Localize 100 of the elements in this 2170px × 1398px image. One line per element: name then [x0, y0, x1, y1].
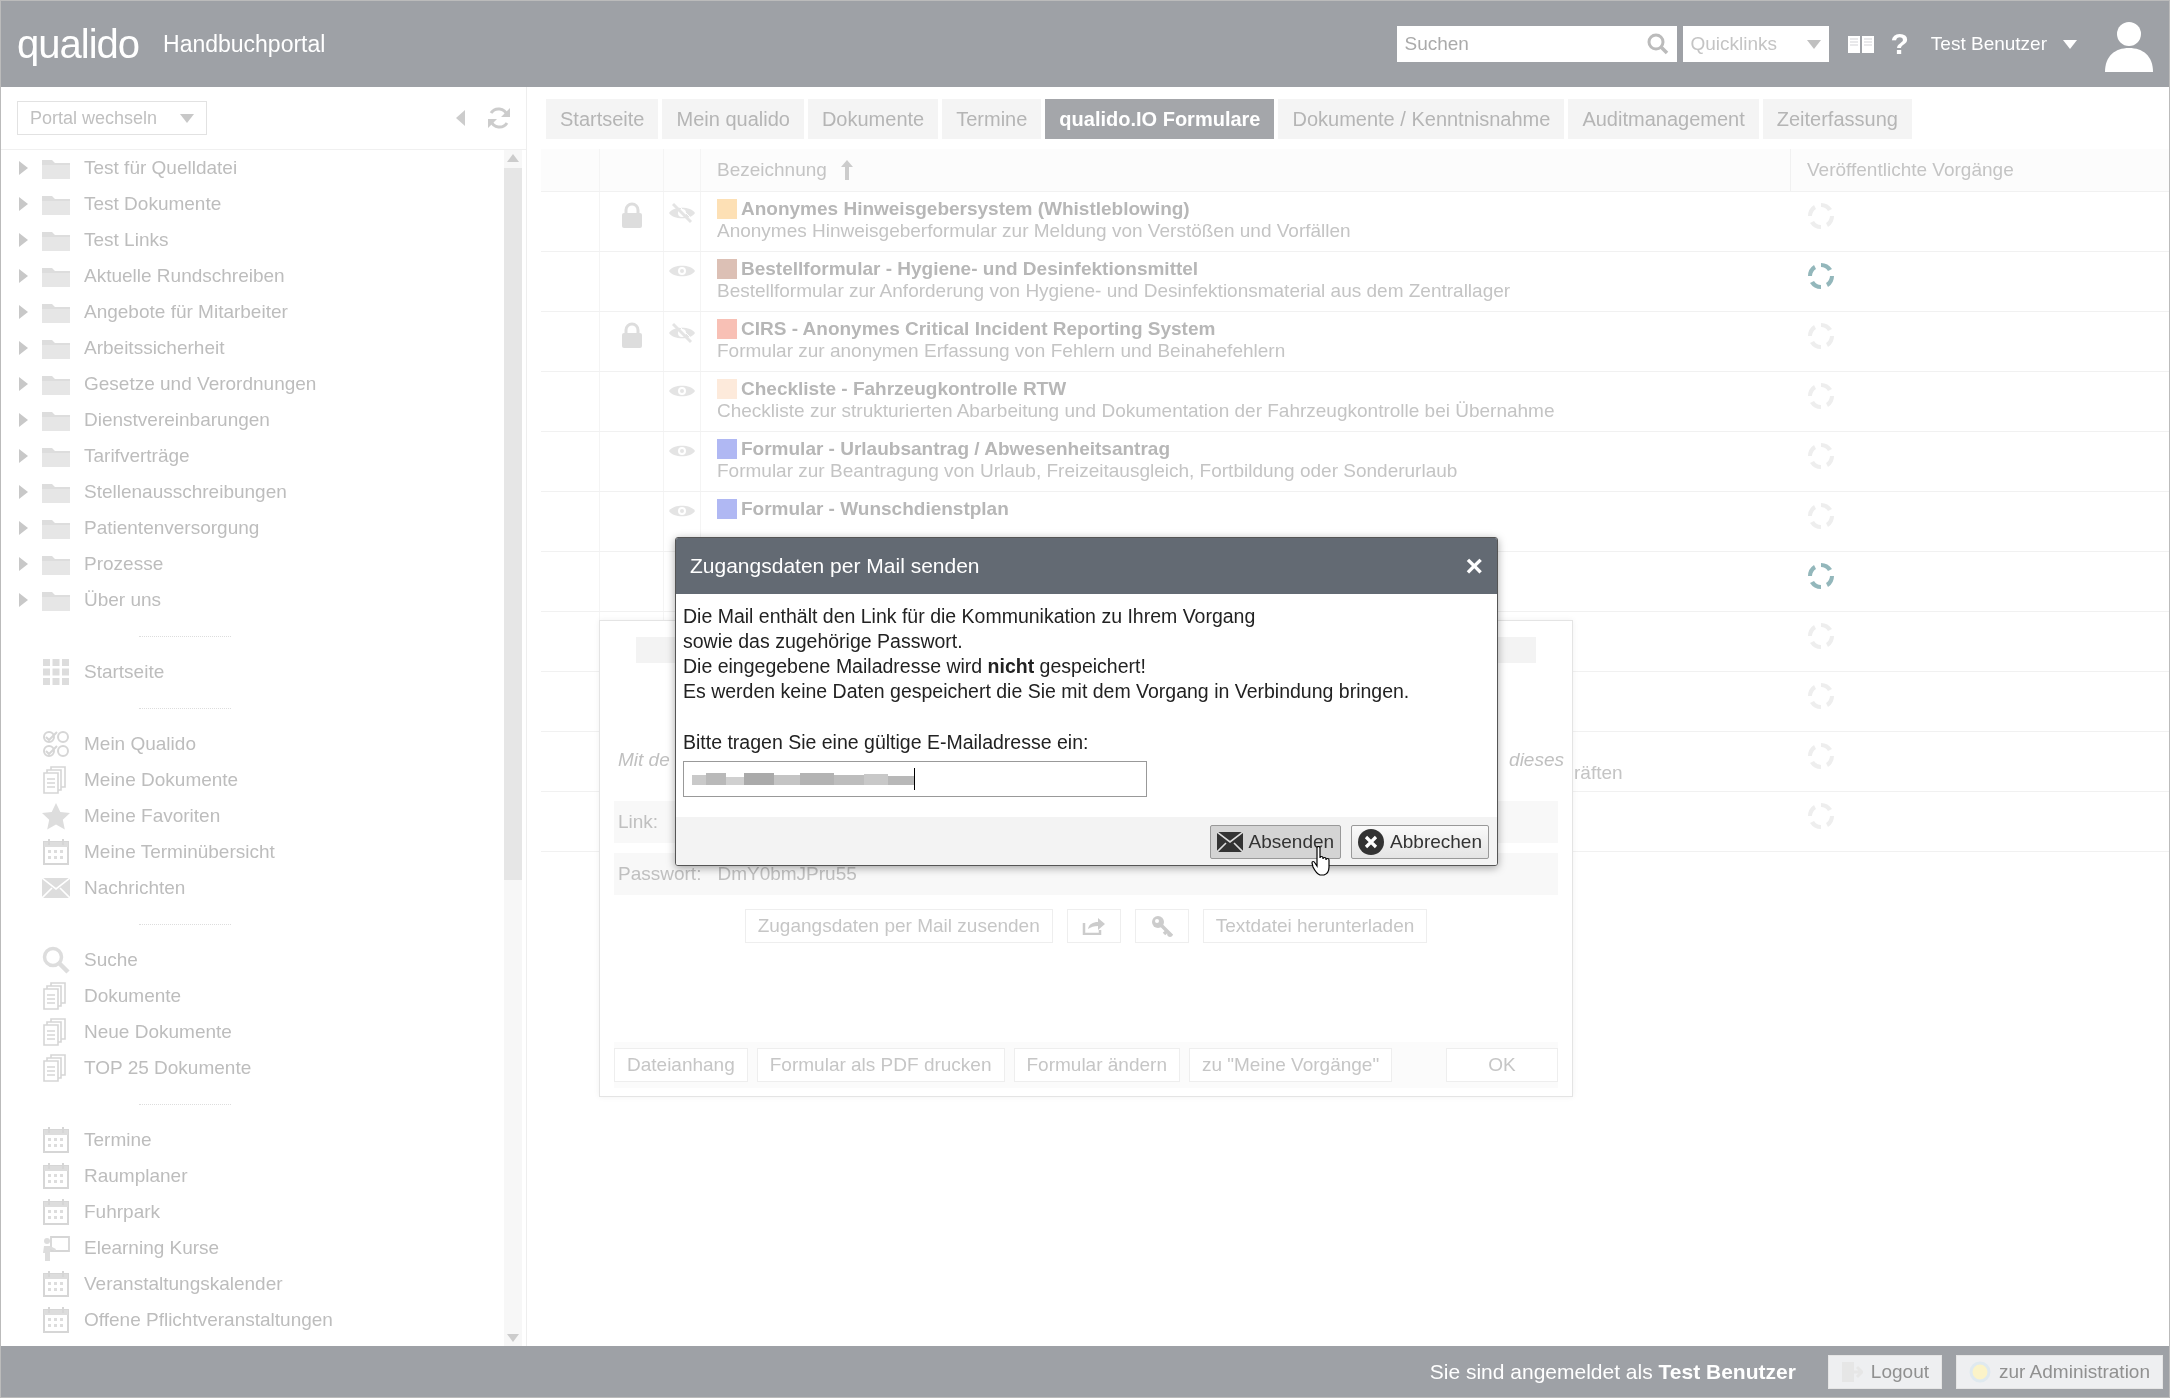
ok-button[interactable]: OK — [1446, 1048, 1558, 1082]
folder-icon — [42, 409, 70, 431]
folder-item[interactable]: Über uns — [84, 589, 162, 611]
sync-icon[interactable] — [1807, 562, 1835, 590]
share-button[interactable] — [1066, 909, 1121, 943]
nav-item[interactable]: Meine Terminübersicht — [84, 841, 275, 863]
tab[interactable]: Auditmanagement — [1568, 99, 1759, 139]
column-header[interactable]: Veröffentlichte Vorgänge — [1790, 149, 2169, 191]
tab[interactable]: Termine — [942, 99, 1042, 139]
footer-button[interactable]: Dateianhang — [614, 1048, 748, 1082]
caret-icon[interactable] — [2063, 39, 2077, 49]
expand-caret-icon[interactable] — [19, 161, 28, 175]
folder-item[interactable]: Tarifverträge — [84, 445, 190, 467]
help-icon[interactable]: ? — [1890, 27, 1909, 61]
scroll-down-icon[interactable] — [507, 1334, 519, 1342]
form-title[interactable]: Checkliste - Fahrzeugkontrolle RTW — [741, 378, 1067, 400]
logout-button[interactable]: Logout — [1827, 1354, 1942, 1389]
sync-icon[interactable] — [1807, 262, 1835, 290]
share-icon — [1081, 917, 1106, 935]
scrollbar[interactable] — [504, 150, 522, 1346]
expand-caret-icon[interactable] — [19, 305, 28, 319]
cancel-button[interactable]: Abbrechen — [1351, 825, 1489, 859]
folder-item[interactable]: Dienstvereinbarungen — [84, 409, 270, 431]
folder-item[interactable]: Aktuelle Rundschreiben — [84, 265, 285, 287]
folder-item[interactable]: Stellenausschreibungen — [84, 481, 287, 503]
form-title[interactable]: Anonymes Hinweisgebersystem (Whistleblowing) — [741, 198, 1190, 220]
eye-slash-icon[interactable] — [668, 202, 696, 224]
form-title[interactable]: CIRS - Anonymes Critical Incident Reporting System — [741, 318, 1216, 340]
tab[interactable]: Dokumente / Kenntnisnahme — [1278, 99, 1565, 139]
scroll-up-icon[interactable] — [507, 154, 519, 162]
nav-item[interactable]: Fuhrpark — [84, 1201, 161, 1223]
collapse-icon[interactable] — [456, 110, 466, 126]
expand-caret-icon[interactable] — [19, 521, 28, 535]
expand-caret-icon[interactable] — [19, 269, 28, 283]
footer-button[interactable]: Formular als PDF drucken — [756, 1048, 1005, 1082]
form-title[interactable]: Formular - Urlaubsantrag / Abwesenheitsantrag — [741, 438, 1170, 460]
expand-caret-icon[interactable] — [19, 593, 28, 607]
eye-slash-icon[interactable] — [668, 322, 696, 344]
nav-item[interactable]: Elearning Kurse — [84, 1237, 220, 1259]
expand-caret-icon[interactable] — [19, 197, 28, 211]
tab[interactable]: Dokumente — [807, 99, 939, 139]
close-circle-icon — [1358, 829, 1385, 855]
envelope-icon — [1216, 832, 1243, 852]
column-header[interactable]: Bezeichnung — [701, 149, 827, 191]
sort-arrow-icon[interactable] — [840, 160, 853, 180]
nav-item[interactable]: Neue Dokumente — [84, 1021, 232, 1043]
folder-item[interactable]: Arbeitssicherheit — [84, 337, 225, 359]
user-menu[interactable]: Test Benutzer — [1930, 33, 2047, 55]
nav-item[interactable]: Veranstaltungskalender — [84, 1273, 283, 1295]
nav-item[interactable]: Startseite — [84, 661, 165, 683]
expand-caret-icon[interactable] — [19, 485, 28, 499]
nav-item[interactable]: Offene Pflichtveranstaltungen — [84, 1309, 333, 1331]
footer-button[interactable]: Formular ändern — [1013, 1048, 1180, 1082]
search-field[interactable]: Suchen — [1396, 26, 1677, 62]
expand-caret-icon[interactable] — [19, 557, 28, 571]
action-button[interactable]: Zugangsdaten per Mail zusenden — [744, 909, 1053, 943]
email-field[interactable] — [683, 761, 1147, 797]
form-description: Checkliste zur strukturierten Abarbeitung und Dokumentation der Fahrzeugkontrolle bei Übernahme — [717, 400, 1556, 422]
nav-item[interactable]: Nachrichten — [84, 877, 186, 899]
nav-item[interactable]: Meine Favoriten — [84, 805, 221, 827]
close-button[interactable]: × — [1465, 551, 1483, 581]
expand-caret-icon[interactable] — [19, 449, 28, 463]
nav-item[interactable]: Suche — [84, 949, 138, 971]
nav-item[interactable]: Mein Qualido — [84, 733, 196, 755]
form-title[interactable]: Formular - Wunschdienstplan — [741, 498, 1009, 520]
expand-caret-icon[interactable] — [19, 233, 28, 247]
folder-item[interactable]: Test für Quelldatei — [84, 157, 238, 179]
tab[interactable]: Mein qualido — [662, 99, 804, 139]
tab[interactable]: qualido.IO Formulare — [1045, 99, 1275, 139]
search-icon[interactable] — [1646, 33, 1669, 55]
expand-caret-icon[interactable] — [19, 413, 28, 427]
nav-item[interactable]: Dokumente — [84, 985, 182, 1007]
expand-caret-icon[interactable] — [19, 341, 28, 355]
folder-item[interactable]: Patientenversorgung — [84, 517, 260, 539]
book-icon[interactable] — [1846, 33, 1875, 55]
footer-button[interactable]: zu "Meine Vorgänge" — [1188, 1048, 1393, 1082]
key-icon — [1150, 915, 1173, 937]
portal-switch-dropdown[interactable]: Portal wechseln — [17, 101, 207, 135]
folder-item[interactable]: Gesetze und Verordnungen — [84, 373, 317, 395]
folder-item[interactable]: Angebote für Mitarbeiter — [84, 301, 288, 323]
tab[interactable]: Startseite — [546, 99, 659, 139]
logo[interactable]: qualido — [17, 21, 139, 67]
expand-caret-icon[interactable] — [19, 377, 28, 391]
calendar-icon — [43, 1163, 69, 1189]
nav-item[interactable]: Raumplaner — [84, 1165, 188, 1187]
key-button[interactable] — [1134, 909, 1189, 943]
form-description: Anonymes Hinweisgeberformular zur Meldung von Verstößen und Vorfällen — [717, 220, 1352, 242]
nav-item[interactable]: TOP 25 Dokumente — [84, 1057, 252, 1079]
nav-item[interactable]: Meine Dokumente — [84, 769, 239, 791]
quicklinks-dropdown[interactable]: Quicklinks — [1682, 26, 1829, 62]
folder-item[interactable]: Prozesse — [84, 553, 164, 575]
nav-item[interactable]: Termine — [84, 1129, 152, 1151]
refresh-icon[interactable] — [486, 106, 512, 130]
folder-item[interactable]: Test Dokumente — [84, 193, 222, 215]
action-button[interactable]: Textdatei herunterladen — [1202, 909, 1428, 943]
folder-item[interactable]: Test Links — [84, 229, 169, 251]
send-button[interactable]: Absenden — [1209, 825, 1342, 859]
administration-button[interactable]: zur Administration — [1956, 1354, 2163, 1389]
form-title[interactable]: Bestellformular - Hygiene- und Desinfektionsmittel — [741, 258, 1199, 280]
tab[interactable]: Zeiterfassung — [1762, 99, 1912, 139]
